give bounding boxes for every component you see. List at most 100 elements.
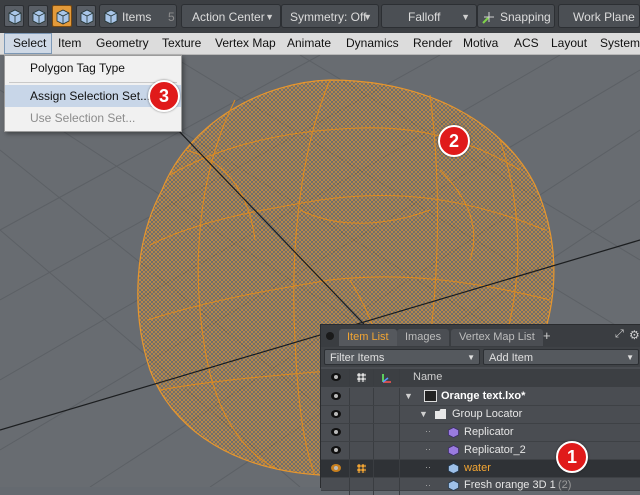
menu-dynamics[interactable]: Dynamics bbox=[346, 33, 399, 54]
eye-icon bbox=[331, 410, 341, 418]
action-center-label: Action Center bbox=[192, 10, 265, 24]
tab-item-list[interactable]: Item List bbox=[339, 329, 397, 346]
menu-render[interactable]: Render bbox=[413, 33, 452, 54]
row-label: Replicator bbox=[464, 426, 514, 438]
filter-items-label: Filter Items bbox=[330, 352, 385, 364]
cube-edge-icon bbox=[32, 9, 46, 25]
eye-icon bbox=[331, 428, 341, 436]
table-row[interactable]: ·· Replicator bbox=[321, 424, 640, 442]
grid-dots-icon bbox=[357, 464, 366, 473]
expand-caret-icon[interactable]: ▼ bbox=[404, 388, 413, 405]
add-tab-icon[interactable]: + bbox=[543, 328, 551, 343]
replicator-cube-icon bbox=[448, 427, 459, 438]
vertex-mode-button[interactable] bbox=[4, 5, 24, 27]
chevron-down-icon: ▼ bbox=[461, 12, 470, 22]
eye-icon bbox=[331, 392, 341, 400]
tree-connector: ·· bbox=[425, 444, 431, 454]
menu-item[interactable]: Item bbox=[58, 33, 81, 54]
row-label: Group Locator bbox=[452, 408, 523, 420]
grid-dots-icon bbox=[357, 373, 366, 382]
chevron-down-icon: ▼ bbox=[363, 12, 372, 22]
eye-icon bbox=[331, 464, 341, 472]
menu-texture[interactable]: Texture bbox=[162, 33, 201, 54]
row-label: Fresh orange 3D 1 bbox=[464, 479, 556, 491]
expand-caret-icon[interactable]: ▼ bbox=[419, 406, 428, 423]
callout-badge-2: 2 bbox=[438, 125, 470, 157]
axis-icon bbox=[382, 374, 391, 383]
menu-select[interactable]: Select bbox=[4, 33, 52, 54]
material-mode-button[interactable] bbox=[76, 5, 96, 27]
chevron-down-icon: ▼ bbox=[467, 353, 475, 362]
top-toolbar: Items 5 Action Center ▼ Symmetry: Off ▼ … bbox=[0, 0, 640, 34]
table-row[interactable]: ▼ Orange text.lxo* bbox=[321, 388, 640, 406]
cube-material-icon bbox=[80, 9, 94, 25]
column-header: Name bbox=[321, 369, 640, 387]
panel-tab-bar: Item List Images Vertex Map List + ⤢ ⚙ bbox=[321, 325, 640, 347]
table-row[interactable]: ·· Fresh orange 3D 1 (2) bbox=[321, 478, 640, 495]
replicator-cube-icon bbox=[448, 445, 459, 456]
chevron-down-icon: ▼ bbox=[265, 12, 274, 22]
items-count: 5 bbox=[168, 10, 175, 24]
visibility-toggle[interactable] bbox=[321, 442, 350, 459]
eye-icon bbox=[331, 446, 341, 454]
item-list-panel: Item List Images Vertex Map List + ⤢ ⚙ F… bbox=[320, 324, 640, 495]
visibility-toggle[interactable] bbox=[321, 388, 350, 405]
callout-badge-1: 1 bbox=[556, 441, 588, 473]
filter-bar: Filter Items ▼ Add Item ▼ bbox=[321, 347, 640, 367]
items-label: Items bbox=[122, 10, 152, 24]
menu-vertex-map[interactable]: Vertex Map bbox=[215, 33, 276, 54]
falloff-label: Falloff bbox=[408, 10, 441, 24]
cube-vertex-icon bbox=[8, 9, 22, 25]
name-column-label: Name bbox=[413, 371, 443, 383]
snapping-button[interactable]: Snapping bbox=[477, 4, 555, 28]
menu-layout[interactable]: Layout bbox=[551, 33, 587, 54]
visibility-toggle[interactable] bbox=[321, 406, 350, 423]
row-label: water bbox=[464, 462, 491, 474]
tab-vertex-map-list[interactable]: Vertex Map List bbox=[451, 329, 543, 346]
menu-bar: Select Item Geometry Texture Vertex Map … bbox=[0, 33, 640, 55]
menu-separator bbox=[9, 82, 177, 83]
lock-column-header[interactable] bbox=[349, 369, 374, 386]
expand-icon[interactable]: ⤢ bbox=[615, 328, 624, 341]
symmetry-dropdown[interactable]: Symmetry: Off ▼ bbox=[281, 4, 379, 28]
callout-badge-3: 3 bbox=[148, 80, 180, 112]
table-row-selected[interactable]: ·· water bbox=[321, 460, 640, 478]
visibility-toggle[interactable] bbox=[321, 460, 350, 477]
row-label: Replicator_2 bbox=[464, 444, 526, 456]
visibility-toggle[interactable] bbox=[321, 424, 350, 441]
panel-grip-icon[interactable] bbox=[326, 332, 334, 340]
tree-connector: ·· bbox=[425, 426, 431, 436]
falloff-dropdown[interactable]: Falloff ▼ bbox=[381, 4, 477, 28]
menu-system[interactable]: System bbox=[600, 33, 640, 54]
gear-icon[interactable]: ⚙ bbox=[629, 328, 640, 342]
filter-items-dropdown[interactable]: Filter Items ▼ bbox=[324, 349, 480, 365]
snapping-icon bbox=[482, 12, 494, 24]
table-row[interactable]: ▼ Group Locator bbox=[321, 406, 640, 424]
mesh-cube-icon bbox=[448, 480, 459, 491]
menu-animate[interactable]: Animate bbox=[287, 33, 331, 54]
action-center-dropdown[interactable]: Action Center ▼ bbox=[181, 4, 281, 28]
edge-mode-button[interactable] bbox=[28, 5, 48, 27]
chevron-down-icon: ▼ bbox=[626, 353, 634, 362]
symmetry-label: Symmetry: Off bbox=[290, 10, 367, 24]
polygon-mode-button[interactable] bbox=[52, 5, 72, 27]
add-item-label: Add Item bbox=[489, 352, 534, 364]
mesh-cube-icon bbox=[448, 463, 459, 474]
work-plane-label: Work Plane bbox=[573, 10, 635, 24]
cube-polygon-icon bbox=[56, 9, 70, 25]
tree-connector: ·· bbox=[425, 462, 431, 472]
work-plane-button[interactable]: Work Plane bbox=[558, 4, 640, 28]
add-item-dropdown[interactable]: Add Item ▼ bbox=[483, 349, 639, 365]
cube-items-icon bbox=[104, 9, 118, 25]
items-mode-button[interactable]: Items 5 bbox=[99, 4, 177, 28]
menu-motiva[interactable]: Motiva bbox=[463, 33, 498, 54]
tab-images[interactable]: Images bbox=[397, 329, 450, 346]
eye-icon bbox=[331, 373, 341, 381]
snapping-label: Snapping bbox=[500, 10, 551, 24]
menu-geometry[interactable]: Geometry bbox=[96, 33, 149, 54]
menu-acs[interactable]: ACS bbox=[514, 33, 539, 54]
table-row[interactable]: ·· Replicator_2 bbox=[321, 442, 640, 460]
axis-column-header[interactable] bbox=[373, 369, 400, 386]
menu-polygon-tag-type[interactable]: Polygon Tag Type bbox=[5, 57, 181, 79]
visibility-column-header[interactable] bbox=[321, 369, 350, 386]
